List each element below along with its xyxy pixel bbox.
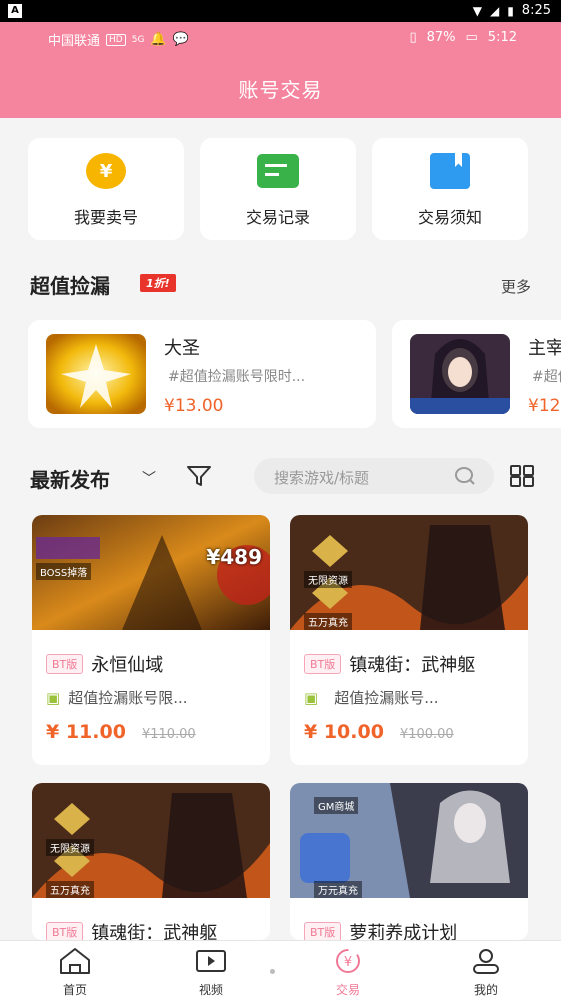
more-link[interactable]: 更多: [501, 276, 531, 297]
cover-text: GM商城: [314, 797, 359, 814]
game-card[interactable]: 无限资源 五万真充 BT版 镇魂街：武神躯 ▣ 超值捡漏账号... ¥ 10.0…: [290, 515, 528, 765]
game-cover: 无限资源 五万真充: [32, 783, 270, 898]
tab-trade-label: 交易: [335, 983, 360, 997]
game-price: ¥ 10.00: [304, 721, 384, 743]
trade-notice-label: 交易须知: [417, 208, 482, 227]
cover-text: 无限资源: [46, 839, 94, 856]
deal-price: ¥12: [528, 396, 561, 416]
carrier-name: 中国联通: [48, 34, 101, 49]
bell-icon: 🔔: [150, 32, 167, 47]
system-status-bar: A ▼ ◢ ▮ 8:25: [0, 0, 561, 22]
game-name: 镇魂街：武神躯: [349, 655, 476, 676]
deal-thumbnail: [46, 334, 146, 414]
latest-sort-label[interactable]: 最新发布: [30, 464, 110, 493]
vibrate-icon: ▯: [409, 30, 417, 45]
tab-home[interactable]: 首页: [35, 947, 115, 998]
search-input[interactable]: 搜索游戏/标题: [254, 458, 494, 494]
battery-icon: ▮: [507, 3, 514, 18]
cover-text: 五万真充: [304, 613, 352, 630]
android-icon: ▣: [304, 688, 319, 707]
game-card[interactable]: BOSS掉落 ¥489 BT版 永恒仙域 ▣ 超值捡漏账号限... ¥ 11.0…: [32, 515, 270, 765]
battery-icon: ▭: [465, 30, 478, 45]
deal-desc: #超值捡漏账号限时...: [168, 369, 306, 385]
record-icon: [257, 154, 299, 188]
game-card[interactable]: GM商城 万元真充 BT版 萝莉养成计划: [290, 783, 528, 940]
trade-records-button[interactable]: 交易记录: [200, 138, 356, 240]
trade-notice-button[interactable]: 交易须知: [372, 138, 528, 240]
system-time: 8:25: [521, 3, 551, 18]
game-cover: 无限资源 五万真充: [290, 515, 528, 630]
game-card[interactable]: 无限资源 五万真充 BT版 镇魂街：武神躯: [32, 783, 270, 940]
deal-card[interactable]: 主宰 #超值 ¥12: [392, 320, 561, 428]
coin-yen-icon: ¥: [86, 153, 126, 189]
app-header: 中国联通 HD 5G 🔔 💬 ▯ 87% ▭ 5:12 账号交易: [0, 22, 561, 118]
deal-thumbnail: [410, 334, 510, 414]
bottom-tab-bar: 首页 视频 ¥ 交易 我的: [0, 940, 561, 1000]
android-icon: ▣: [46, 688, 61, 707]
bt-badge: BT版: [304, 654, 342, 674]
sell-account-button[interactable]: ¥ 我要卖号: [28, 138, 184, 240]
wifi-icon: ▼: [472, 3, 482, 18]
search-icon[interactable]: [454, 466, 476, 490]
game-price: ¥ 11.00: [46, 721, 126, 743]
search-placeholder: 搜索游戏/标题: [274, 469, 370, 487]
hd-badge: HD: [106, 33, 126, 46]
signal-icon: ◢: [489, 3, 500, 18]
grid-view-icon[interactable]: [509, 464, 535, 492]
game-cover: GM商城 万元真充: [290, 783, 528, 898]
cover-text: BOSS掉落: [36, 563, 92, 580]
chevron-down-icon[interactable]: ﹀: [142, 468, 156, 488]
profile-icon: [473, 949, 499, 974]
discount-badge: 1折!: [140, 274, 176, 292]
game-cover: BOSS掉落 ¥489: [32, 515, 270, 630]
page-title: 账号交易: [238, 78, 323, 102]
deal-name: 大圣: [164, 338, 200, 359]
quick-actions: ¥ 我要卖号 交易记录 交易须知: [28, 138, 528, 240]
sell-account-label: 我要卖号: [73, 208, 138, 227]
trade-icon: ¥: [336, 949, 360, 973]
tab-home-label: 首页: [62, 983, 87, 997]
deal-name: 主宰: [528, 338, 561, 359]
game-name: 镇魂街：武神躯: [91, 923, 218, 940]
filter-bar: 最新发布 ﹀ 搜索游戏/标题: [30, 458, 535, 494]
tab-video-label: 视频: [198, 983, 223, 997]
game-name: 萝莉养成计划: [349, 923, 458, 940]
cover-text: 万元真充: [314, 881, 362, 898]
cover-text: 无限资源: [304, 571, 352, 588]
bt-badge: BT版: [46, 922, 84, 940]
filter-icon[interactable]: [186, 464, 212, 492]
svg-text:¥: ¥: [344, 955, 352, 970]
message-icon: 💬: [172, 32, 189, 47]
inner-status-bar: 中国联通 HD 5G 🔔 💬 ▯ 87% ▭ 5:12: [0, 28, 561, 50]
game-old-price: ¥110.00: [141, 727, 196, 742]
deal-desc: #超值: [532, 369, 561, 385]
bt-badge: BT版: [304, 922, 342, 940]
trade-records-label: 交易记录: [245, 208, 310, 227]
home-icon: [60, 948, 90, 974]
cover-price: ¥489: [206, 545, 262, 569]
tab-profile-label: 我的: [473, 983, 498, 997]
network-icon: 5G: [131, 34, 145, 45]
game-name: 永恒仙域: [91, 655, 164, 676]
video-icon: [196, 950, 226, 972]
game-desc: 超值捡漏账号...: [334, 689, 439, 707]
bt-badge: BT版: [46, 654, 84, 674]
tab-video[interactable]: 视频: [171, 947, 251, 998]
page-indicator-dot: [270, 969, 275, 974]
notice-book-icon: [430, 153, 470, 189]
deal-price: ¥13.00: [164, 396, 224, 416]
tab-profile[interactable]: 我的: [446, 947, 526, 998]
battery-percent: 87%: [426, 30, 456, 45]
app-notification-icon: A: [8, 4, 22, 18]
game-old-price: ¥100.00: [399, 727, 454, 742]
tab-trade[interactable]: ¥ 交易: [308, 947, 388, 998]
deals-section-title: 超值捡漏: [30, 274, 110, 298]
game-desc: 超值捡漏账号限...: [68, 689, 188, 707]
deal-card[interactable]: 大圣 #超值捡漏账号限时... ¥13.00: [28, 320, 376, 428]
cover-text: 五万真充: [46, 881, 94, 898]
inner-time: 5:12: [487, 30, 517, 45]
